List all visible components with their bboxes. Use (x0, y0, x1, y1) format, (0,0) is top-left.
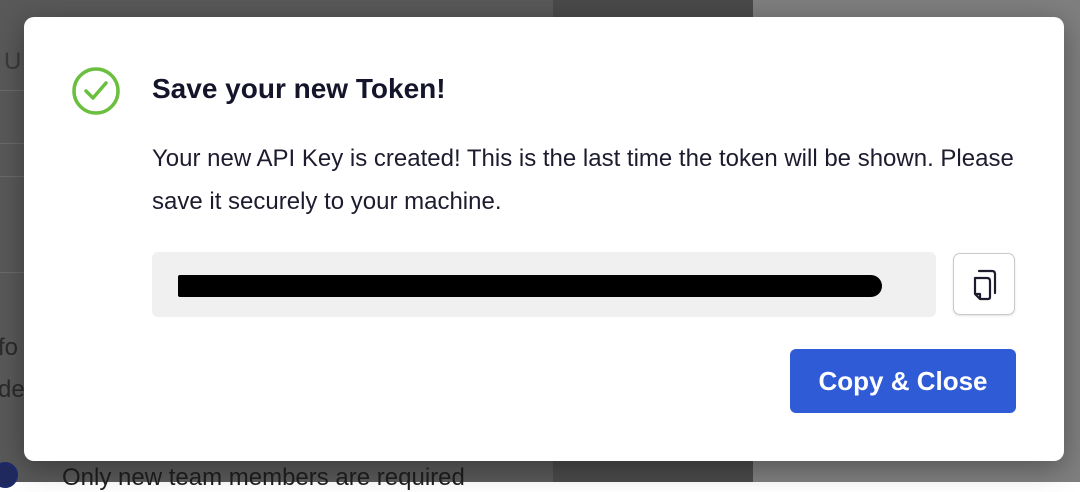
dialog-title: Save your new Token! (152, 73, 446, 104)
copy-icon (973, 269, 997, 301)
background-text-fragment: fo (0, 334, 19, 361)
background-radio (0, 462, 18, 488)
token-display-field[interactable] (152, 252, 936, 317)
check-circle-icon (72, 67, 120, 115)
background-divider (0, 90, 24, 91)
background-divider (0, 176, 24, 177)
background-text-fragment: U (4, 48, 22, 75)
copy-token-button[interactable] (953, 253, 1015, 315)
background-divider (0, 272, 24, 273)
save-token-dialog: Save your new Token! Your new API Key is… (24, 17, 1064, 461)
background-divider (0, 143, 24, 144)
token-value-redacted (178, 275, 882, 297)
dialog-message: Your new API Key is created! This is the… (152, 145, 1014, 215)
copy-and-close-button[interactable]: Copy & Close (790, 349, 1016, 413)
background-text-fragment: de (0, 376, 25, 403)
background-text-fragment: Only new team members are required (62, 464, 465, 491)
